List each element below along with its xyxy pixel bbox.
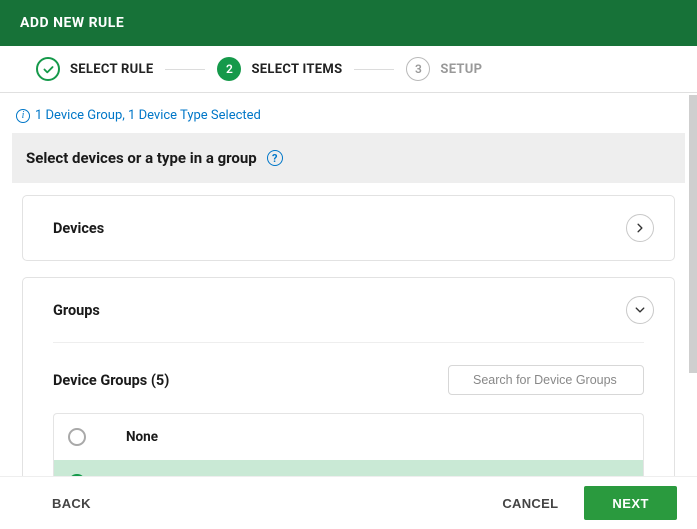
radio-none[interactable] xyxy=(68,428,86,446)
devices-panel-label: Devices xyxy=(53,220,104,237)
selection-summary[interactable]: i 1 Device Group, 1 Device Type Selected xyxy=(12,93,685,133)
device-groups-search[interactable] xyxy=(448,365,644,395)
info-icon: i xyxy=(16,109,30,123)
modal-footer: BACK CANCEL NEXT xyxy=(0,476,697,529)
step-label: SELECT RULE xyxy=(70,62,153,77)
collapse-groups-button[interactable] xyxy=(626,296,654,324)
wizard-steps: SELECT RULE 2 SELECT ITEMS 3 SETUP xyxy=(0,46,697,92)
cancel-button[interactable]: CANCEL xyxy=(502,496,558,511)
modal-title: ADD NEW RULE xyxy=(20,15,124,31)
step-3[interactable]: 3 SETUP xyxy=(406,57,482,81)
step-separator xyxy=(354,69,394,70)
step-number-icon: 3 xyxy=(406,57,430,81)
expand-devices-button[interactable] xyxy=(626,214,654,242)
selection-summary-text: 1 Device Group, 1 Device Type Selected xyxy=(35,108,261,123)
modal-header: ADD NEW RULE xyxy=(0,0,697,46)
chevron-down-icon xyxy=(634,304,646,316)
step-2[interactable]: 2 SELECT ITEMS xyxy=(217,57,342,81)
section-title: Select devices or a type in a group xyxy=(26,149,257,167)
step-label: SELECT ITEMS xyxy=(251,62,342,77)
step-1[interactable]: SELECT RULE xyxy=(36,57,153,81)
tree-label: None xyxy=(126,429,158,445)
devices-panel: Devices xyxy=(22,195,675,261)
help-icon[interactable]: ? xyxy=(267,150,283,166)
tree-row-none[interactable]: None xyxy=(54,414,643,460)
groups-panel-label: Groups xyxy=(53,302,100,319)
back-button[interactable]: BACK xyxy=(52,496,91,511)
check-icon xyxy=(36,57,60,81)
next-button[interactable]: NEXT xyxy=(584,486,677,520)
chevron-right-icon xyxy=(634,222,646,234)
step-label: SETUP xyxy=(440,62,482,77)
scrollbar[interactable] xyxy=(689,95,697,373)
section-header: Select devices or a type in a group ? xyxy=(12,133,685,183)
device-groups-title: Device Groups (5) xyxy=(53,372,169,389)
step-separator xyxy=(165,69,205,70)
step-number-icon: 2 xyxy=(217,57,241,81)
device-groups-search-input[interactable] xyxy=(473,373,634,387)
groups-panel: Groups Device Groups (5) xyxy=(22,277,675,507)
